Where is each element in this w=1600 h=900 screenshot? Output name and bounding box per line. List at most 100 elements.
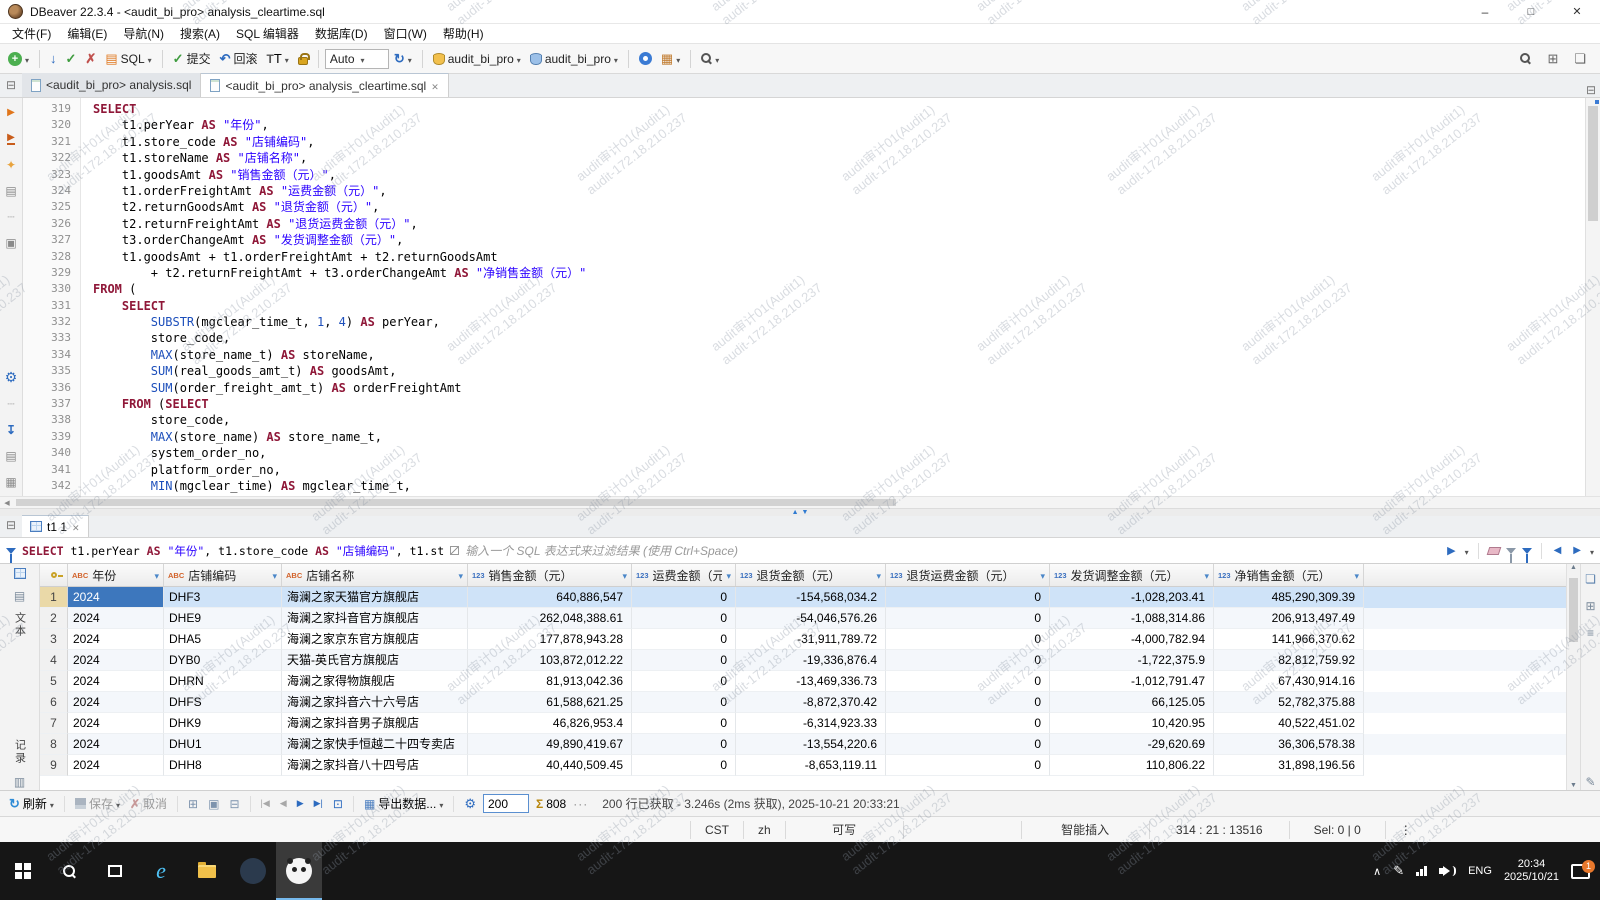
editor-vertical-scrollbar[interactable] <box>1585 98 1600 496</box>
table-cell[interactable]: 海澜之家快手恒越二十四专卖店 <box>282 734 468 755</box>
table-row[interactable]: 92024DHH8海澜之家抖音八十四号店40,440,509.450-8,653… <box>40 755 1566 776</box>
fetch-size-input[interactable] <box>483 794 529 813</box>
row-number[interactable]: 9 <box>40 755 68 776</box>
table-cell[interactable]: -8,653,119.11 <box>736 755 886 776</box>
table-cell[interactable]: DHF3 <box>164 587 282 608</box>
edit-icon[interactable] <box>1582 773 1599 790</box>
column-filter-icon[interactable] <box>1040 568 1045 582</box>
cancel-result-button[interactable]: 取消 <box>127 793 170 815</box>
hidden-icons-chevron-icon[interactable] <box>1373 864 1381 878</box>
result-settings-icon[interactable] <box>461 793 479 815</box>
row-number[interactable]: 8 <box>40 734 68 755</box>
column-header[interactable]: 123净销售金额（元） <box>1214 564 1364 586</box>
table-cell[interactable]: 36,306,578.38 <box>1214 734 1364 755</box>
filter-query-text[interactable]: SELECT t1.perYear AS "年份", t1.store_code… <box>22 543 444 559</box>
tasks-button[interactable] <box>657 47 684 71</box>
row-number[interactable]: 6 <box>40 692 68 713</box>
code-line[interactable]: 338 store_code, <box>23 412 1585 428</box>
table-cell[interactable]: 40,440,509.45 <box>468 755 632 776</box>
scrollbar-thumb[interactable] <box>1588 106 1598 221</box>
code-line[interactable]: 340 system_order_no, <box>23 445 1585 461</box>
code-line[interactable]: 326 t2.returnFreightAmt AS "退货运费金额（元）", <box>23 216 1585 232</box>
text-view-label[interactable]: 文本 <box>12 612 28 638</box>
column-header[interactable]: 123退货运费金额（元） <box>886 564 1050 586</box>
pen-input-icon[interactable] <box>1393 863 1404 879</box>
close-button[interactable] <box>1554 0 1600 23</box>
column-header[interactable]: 123运费金额（元） <box>632 564 736 586</box>
table-cell[interactable]: 31,898,196.56 <box>1214 755 1364 776</box>
expand-icon[interactable] <box>450 546 459 555</box>
column-filter-icon[interactable] <box>876 568 881 582</box>
table-cell[interactable]: 2024 <box>68 587 164 608</box>
chevron-down-icon[interactable] <box>1590 544 1594 558</box>
menu-item[interactable]: 帮助(H) <box>435 24 492 43</box>
table-cell[interactable]: DHE9 <box>164 608 282 629</box>
table-cell[interactable]: -13,554,220.6 <box>736 734 886 755</box>
table-cell[interactable]: 0 <box>632 692 736 713</box>
row-number[interactable]: 1 <box>40 587 68 608</box>
table-cell[interactable]: DHA5 <box>164 629 282 650</box>
code-line[interactable]: 328 t1.goodsAmt + t1.orderFreightAmt + t… <box>23 249 1585 265</box>
code-line[interactable]: 342 MIN(mgclear_time) AS mgclear_time_t, <box>23 478 1585 494</box>
table-cell[interactable]: -29,620.69 <box>1050 734 1214 755</box>
filter-history-forward-icon[interactable] <box>1570 540 1584 562</box>
grid-icon[interactable] <box>3 473 20 490</box>
table-cell[interactable]: 49,890,419.67 <box>468 734 632 755</box>
table-cell[interactable]: 0 <box>886 713 1050 734</box>
menu-item[interactable]: 编辑(E) <box>59 24 115 43</box>
table-cell[interactable]: 0 <box>632 629 736 650</box>
taskbar-search-button[interactable] <box>46 842 92 900</box>
scroll-up-icon[interactable] <box>1567 564 1580 571</box>
new-connection-button[interactable] <box>4 47 33 71</box>
table-cell[interactable]: 海澜之家抖音男子旗舰店 <box>282 713 468 734</box>
code-line[interactable]: 320 t1.perYear AS "年份", <box>23 117 1585 133</box>
table-cell[interactable]: 0 <box>886 671 1050 692</box>
table-cell[interactable]: 10,420.95 <box>1050 713 1214 734</box>
tab-analysis-cleartime-sql[interactable]: <audit_bi_pro> analysis_cleartime.sql <box>201 73 448 97</box>
value-panel-icon[interactable] <box>1582 570 1599 587</box>
table-row[interactable]: 82024DHU1海澜之家快手恒越二十四专卖店49,890,419.670-13… <box>40 734 1566 755</box>
column-header[interactable]: ABC年份 <box>68 564 164 586</box>
table-cell[interactable]: 0 <box>886 692 1050 713</box>
editor-results-sash[interactable]: ▲▼ <box>0 508 1600 516</box>
code-line[interactable]: 329 + t2.returnFreightAmt + t3.orderChan… <box>23 265 1585 281</box>
previous-page-icon[interactable] <box>277 793 290 815</box>
table-cell[interactable]: 52,782,375.88 <box>1214 692 1364 713</box>
table-cell[interactable]: -1,028,203.41 <box>1050 587 1214 608</box>
record-label[interactable]: 记录 <box>12 739 28 765</box>
table-cell[interactable]: 2024 <box>68 629 164 650</box>
table-cell[interactable]: 82,812,759.92 <box>1214 650 1364 671</box>
table-cell[interactable]: 0 <box>632 671 736 692</box>
calc-panel-icon[interactable] <box>1582 597 1599 614</box>
input-language[interactable]: ENG <box>1468 865 1492 877</box>
table-cell[interactable]: 2024 <box>68 608 164 629</box>
table-row[interactable]: 72024DHK9海澜之家抖音男子旗舰店46,826,953.40-6,314,… <box>40 713 1566 734</box>
network-icon[interactable] <box>1416 866 1427 876</box>
table-cell[interactable]: DHH8 <box>164 755 282 776</box>
table-row[interactable]: 22024DHE9海澜之家抖音官方旗舰店262,048,388.610-54,0… <box>40 608 1566 629</box>
add-row-icon[interactable] <box>185 793 201 815</box>
table-cell[interactable]: 0 <box>886 734 1050 755</box>
auto-commit-select[interactable]: Auto <box>325 49 389 69</box>
export-icon[interactable] <box>3 421 20 438</box>
table-cell[interactable]: -1,722,375.9 <box>1050 650 1214 671</box>
table-cell[interactable]: 67,430,914.16 <box>1214 671 1364 692</box>
code-line[interactable]: 339 MAX(store_name) AS store_name_t, <box>23 429 1585 445</box>
column-filter-icon[interactable] <box>154 568 159 582</box>
close-tab-icon[interactable] <box>431 79 439 93</box>
grid-vertical-scrollbar[interactable] <box>1566 564 1580 790</box>
code-line[interactable]: 337 FROM (SELECT <box>23 396 1585 412</box>
more-icon[interactable]: ··· <box>573 797 588 811</box>
menu-item[interactable]: SQL 编辑器 <box>228 24 307 43</box>
panel-toggle-icon[interactable] <box>3 234 20 251</box>
apply-filter-icon[interactable] <box>1444 540 1458 562</box>
navigator-button[interactable] <box>635 47 656 71</box>
column-filter-icon[interactable] <box>1204 568 1209 582</box>
table-cell[interactable]: 0 <box>886 629 1050 650</box>
delete-row-icon[interactable] <box>226 793 242 815</box>
first-page-icon[interactable] <box>258 793 273 815</box>
table-cell[interactable]: 40,522,451.02 <box>1214 713 1364 734</box>
table-cell[interactable]: 177,878,943.28 <box>468 629 632 650</box>
table-cell[interactable]: DHRN <box>164 671 282 692</box>
table-cell[interactable]: 0 <box>632 650 736 671</box>
